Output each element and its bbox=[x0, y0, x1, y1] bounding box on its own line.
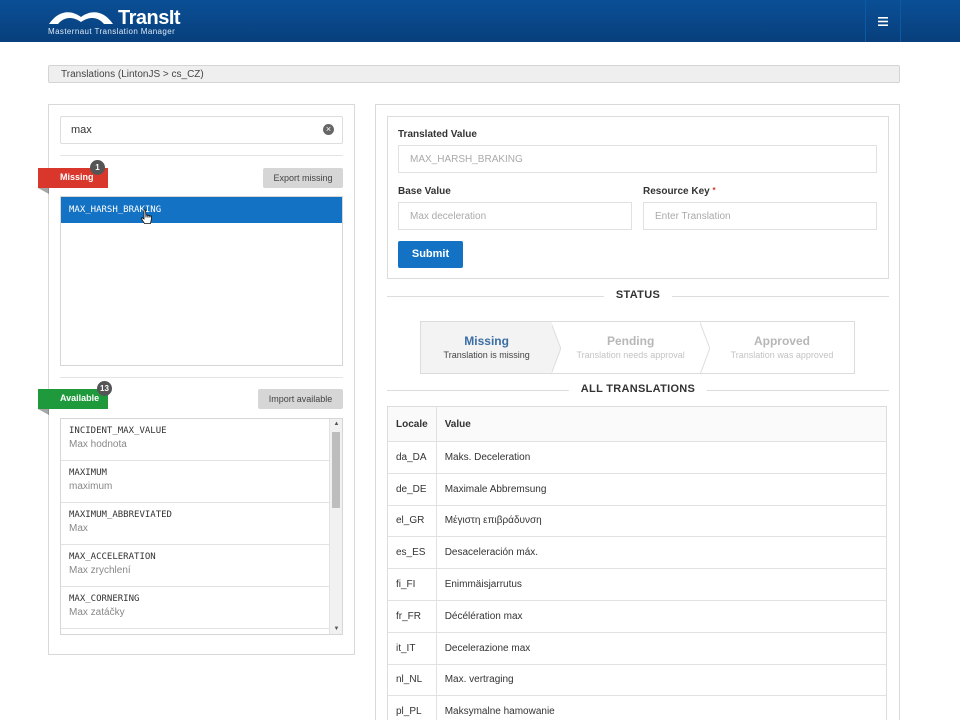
list-item[interactable]: MAX_ACCELERATION Max zrychlení bbox=[61, 545, 330, 587]
step-pending: Pending Translation needs approval bbox=[561, 322, 700, 373]
translation-detail-panel: Translated Value MAX_HARSH_BRAKING Base … bbox=[375, 104, 900, 720]
scroll-up-icon[interactable]: ▲ bbox=[330, 419, 342, 429]
item-key: MAX_CORNERING bbox=[69, 594, 140, 604]
locale-cell: nl_NL bbox=[387, 664, 437, 697]
table-row[interactable]: de_DE Maximale Abbremsung bbox=[387, 473, 887, 506]
item-key: MAXIMUM bbox=[69, 468, 107, 478]
step-missing: Missing Translation is missing bbox=[421, 322, 553, 373]
step-chevron-icon bbox=[700, 322, 710, 375]
value-cell: Maximale Abbremsung bbox=[436, 473, 887, 506]
step-subtitle: Translation is missing bbox=[443, 350, 530, 360]
translated-value-label: Translated Value bbox=[398, 129, 477, 140]
locale-cell: it_IT bbox=[387, 632, 437, 665]
table-row[interactable]: es_ES Desaceleración máx. bbox=[387, 536, 887, 570]
menu-button[interactable] bbox=[865, 0, 901, 42]
item-key: MAX_ACCELERATION bbox=[69, 552, 156, 562]
value-cell: Max. vertraging bbox=[436, 664, 887, 697]
table-row[interactable]: it_IT Decelerazione max bbox=[387, 632, 887, 665]
resource-key-field[interactable]: Enter Translation bbox=[643, 202, 877, 230]
table-row[interactable]: da_DA Maks. Deceleration bbox=[387, 441, 887, 474]
scroll-thumb[interactable] bbox=[332, 432, 340, 508]
import-available-button[interactable]: Import available bbox=[258, 389, 343, 409]
value-cell: Μέγιστη επιβράδυνση bbox=[436, 505, 887, 538]
locale-cell: da_DA bbox=[387, 441, 437, 474]
list-item[interactable]: MAX_CORNERING Max zatáčky bbox=[61, 587, 330, 629]
resource-key-label: Resource Key * bbox=[643, 186, 716, 197]
item-value: Max zrychlení bbox=[69, 565, 131, 576]
status-heading: STATUS bbox=[387, 289, 889, 303]
scroll-down-icon[interactable]: ▼ bbox=[330, 624, 342, 634]
list-item[interactable]: INCIDENT_MAX_VALUE Max hodnota bbox=[61, 419, 330, 461]
step-title: Missing bbox=[464, 334, 509, 348]
scrollbar[interactable]: ▲ ▼ bbox=[329, 419, 342, 634]
value-cell: Décélération max bbox=[436, 600, 887, 633]
top-navbar: TransIt Masternaut Translation Manager bbox=[0, 0, 960, 42]
missing-list: MAX_HARSH_BRAKING bbox=[60, 196, 343, 366]
locale-cell: es_ES bbox=[387, 536, 437, 570]
column-header-locale: Locale bbox=[387, 406, 437, 442]
locale-cell: de_DE bbox=[387, 473, 437, 506]
translation-form: Translated Value MAX_HARSH_BRAKING Base … bbox=[387, 116, 889, 279]
status-steps: Missing Translation is missing Pending T… bbox=[420, 321, 855, 375]
missing-count-badge: 1 bbox=[90, 160, 105, 175]
base-value-field[interactable]: Max deceleration bbox=[398, 202, 632, 230]
locale-cell: el_GR bbox=[387, 505, 437, 538]
divider bbox=[60, 155, 343, 156]
logo-subtitle: Masternaut Translation Manager bbox=[48, 27, 176, 36]
value-cell: Maksymalne hamowanie bbox=[436, 695, 887, 720]
step-subtitle: Translation needs approval bbox=[576, 350, 685, 360]
table-row[interactable]: pl_PL Maksymalne hamowanie bbox=[387, 695, 887, 720]
step-subtitle: Translation was approved bbox=[730, 350, 834, 360]
column-header-value: Value bbox=[436, 406, 887, 442]
item-value: Max zatáčky bbox=[69, 607, 125, 618]
value-cell: Decelerazione max bbox=[436, 632, 887, 665]
all-translations-heading: ALL TRANSLATIONS bbox=[387, 383, 889, 397]
keys-panel: max × Missing 1 Export missing MAX_HARSH… bbox=[38, 104, 355, 655]
search-input[interactable]: max × bbox=[60, 116, 343, 144]
step-chevron-icon bbox=[551, 322, 562, 375]
breadcrumb: Translations (LintonJS > cs_CZ) bbox=[48, 65, 900, 83]
search-value: max bbox=[71, 124, 92, 136]
step-approved: Approved Translation was approved bbox=[710, 322, 854, 373]
available-list: INCIDENT_MAX_VALUE Max hodnota MAXIMUM m… bbox=[60, 418, 343, 635]
pointer-cursor-icon bbox=[141, 209, 153, 228]
value-cell: Desaceleración máx. bbox=[436, 536, 887, 570]
item-key: MAXIMUM_ABBREVIATED bbox=[69, 510, 172, 520]
locale-cell: fi_FI bbox=[387, 568, 437, 601]
missing-label: Missing bbox=[60, 172, 94, 182]
logo-wave-icon bbox=[49, 12, 113, 24]
step-title: Pending bbox=[606, 334, 655, 348]
available-count-badge: 13 bbox=[97, 381, 112, 396]
export-missing-button[interactable]: Export missing bbox=[263, 168, 343, 188]
list-item[interactable]: MAX_HARSH_BRAKING bbox=[61, 197, 342, 223]
item-key: INCIDENT_MAX_VALUE bbox=[69, 426, 167, 436]
table-row[interactable]: nl_NL Max. vertraging bbox=[387, 664, 887, 697]
table-row[interactable]: fi_FI Enimmäisjarrutus bbox=[387, 568, 887, 601]
hamburger-icon bbox=[878, 16, 888, 26]
table-header-row: Locale Value bbox=[387, 406, 887, 442]
translations-table: Locale Value da_DA Maks. Deceleration de_… bbox=[387, 406, 887, 720]
clear-icon[interactable]: × bbox=[323, 124, 334, 135]
locale-cell: pl_PL bbox=[387, 695, 437, 720]
list-item[interactable]: MAXIMUM maximum bbox=[61, 461, 330, 503]
item-value: Max hodnota bbox=[69, 439, 127, 450]
table-row[interactable]: fr_FR Décélération max bbox=[387, 600, 887, 633]
base-value-label: Base Value bbox=[398, 186, 451, 197]
item-value: Max bbox=[69, 523, 88, 534]
value-cell: Enimmäisjarrutus bbox=[436, 568, 887, 601]
required-mark: * bbox=[712, 186, 716, 195]
available-label: Available bbox=[60, 393, 100, 403]
translated-value-field[interactable]: MAX_HARSH_BRAKING bbox=[398, 145, 877, 173]
item-value: maximum bbox=[69, 481, 113, 492]
locale-cell: fr_FR bbox=[387, 600, 437, 633]
resource-key-text: Resource Key bbox=[643, 186, 710, 197]
table-row[interactable]: el_GR Μέγιστη επιβράδυνση bbox=[387, 505, 887, 538]
divider bbox=[60, 377, 343, 378]
step-title: Approved bbox=[753, 334, 810, 348]
value-cell: Maks. Deceleration bbox=[436, 441, 887, 474]
submit-button[interactable]: Submit bbox=[398, 241, 463, 268]
list-item[interactable]: MAXIMUM_ABBREVIATED Max bbox=[61, 503, 330, 545]
